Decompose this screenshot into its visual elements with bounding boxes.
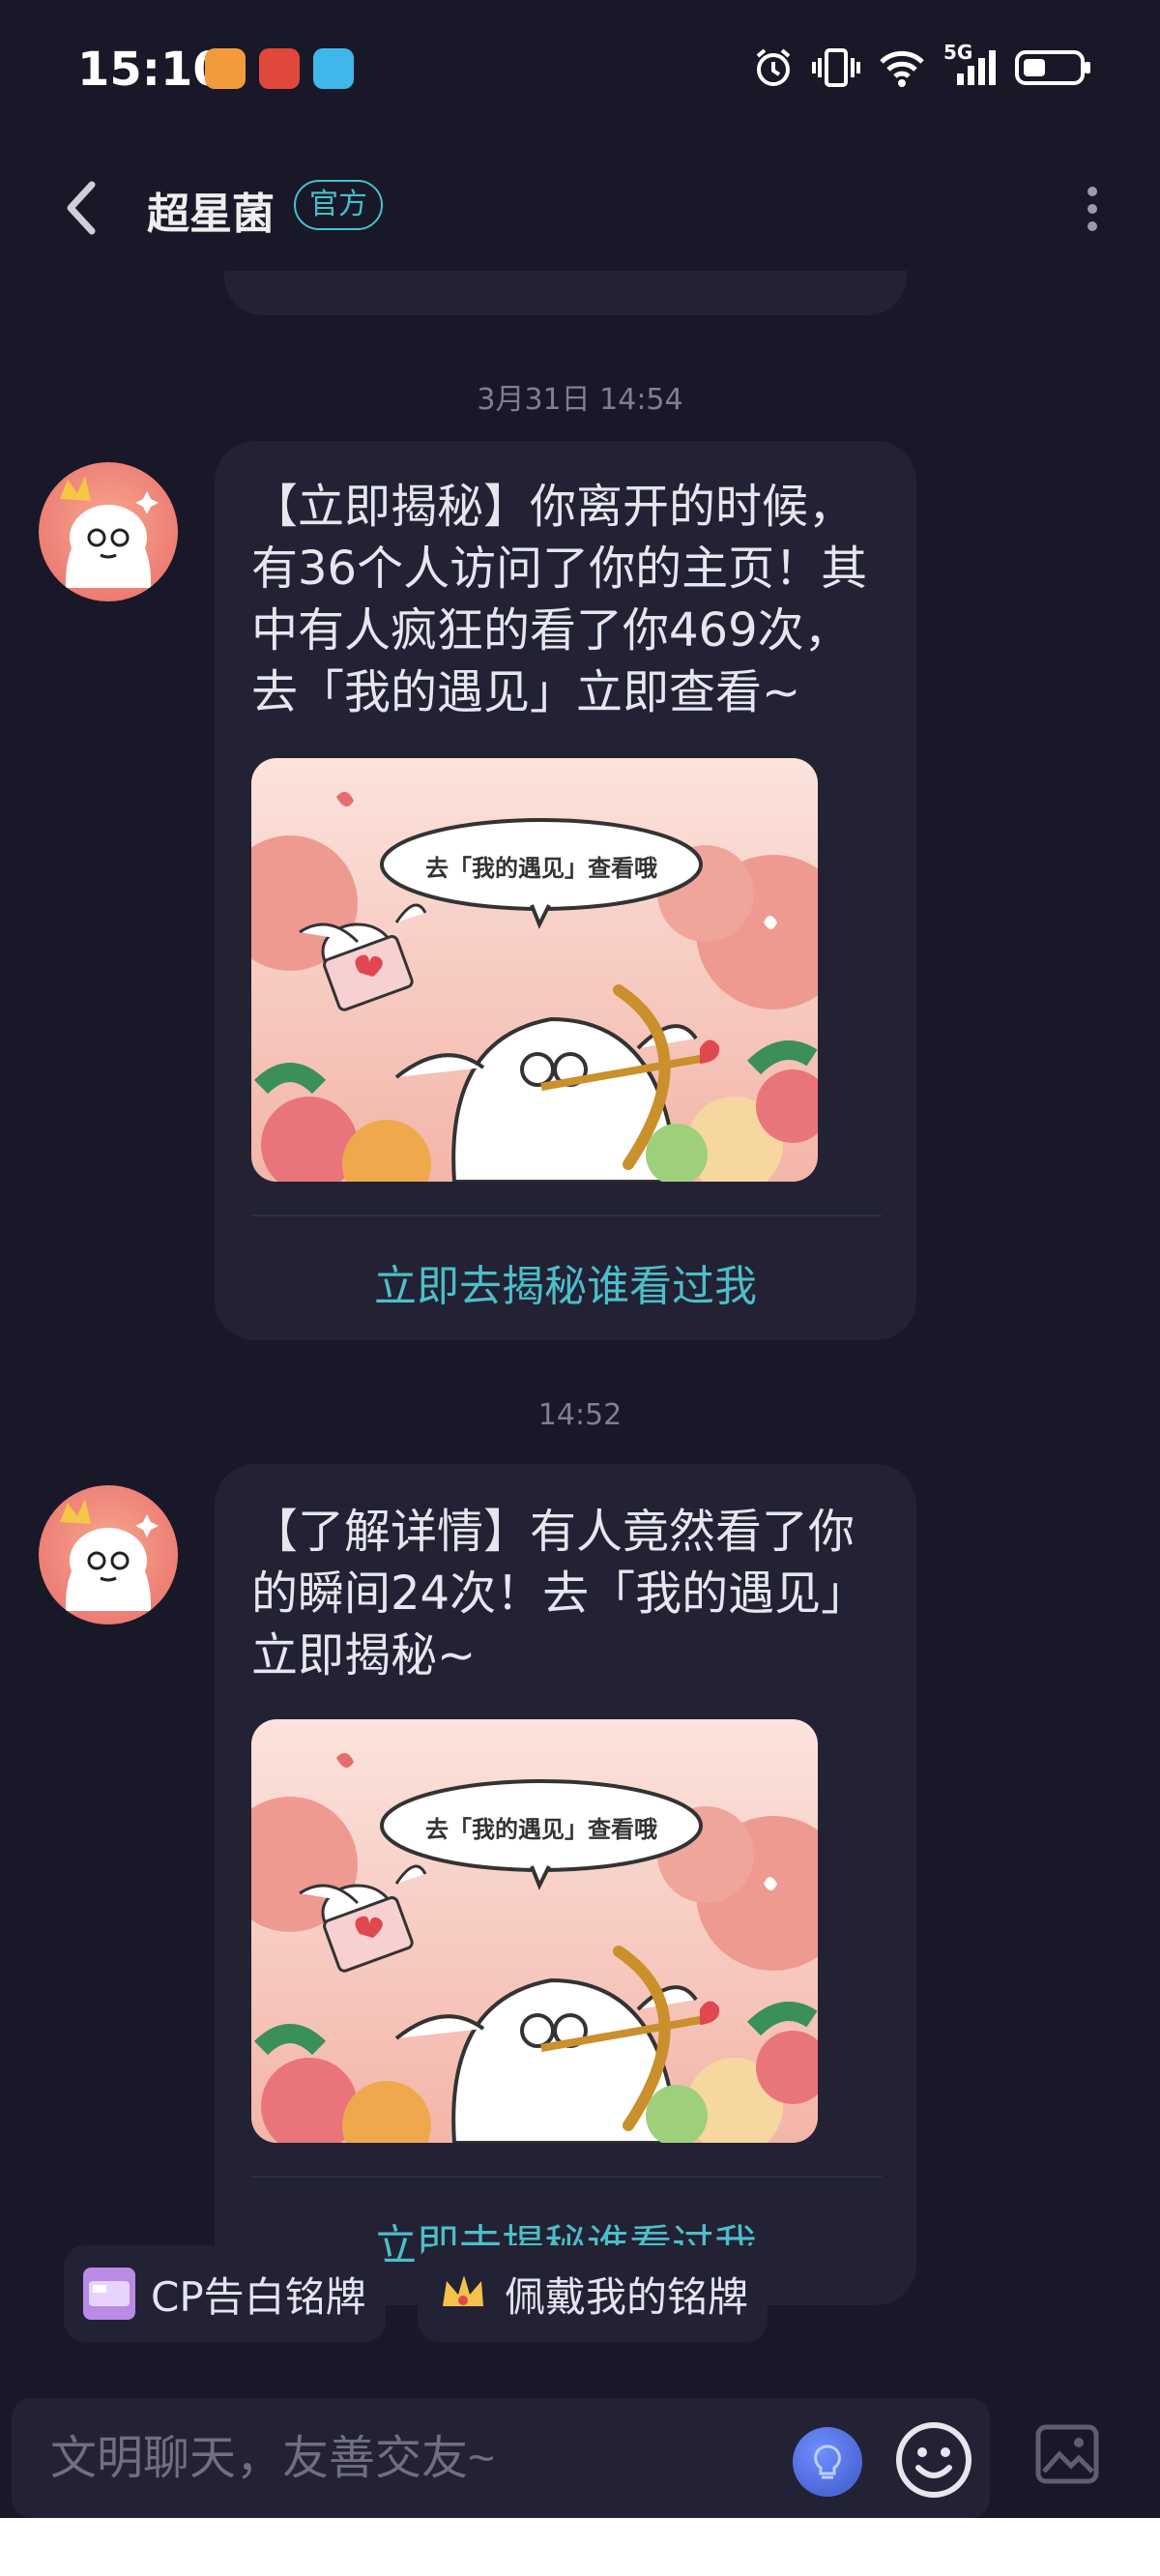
cellular-signal-icon: 5G: [943, 41, 998, 89]
wear-badge-chip[interactable]: 佩戴我的铭牌: [418, 2245, 768, 2342]
avatar[interactable]: [39, 462, 178, 601]
chat-header: 超星菌 官方: [0, 155, 1160, 261]
divider: [251, 2176, 882, 2178]
divider: [251, 1215, 882, 1216]
wifi-icon: [880, 50, 924, 87]
message-bubble: 【了解详情】有人竟然看了你的瞬间24次！去「我的遇见」立即揭秘~ 去「我的遇见」…: [215, 1464, 916, 2305]
message-text: 【立即揭秘】你离开的时候，有36个人访问了你的主页！其中有人疯狂的看了你469次…: [251, 480, 868, 719]
book-app-icon: [313, 48, 354, 89]
status-time: 15:10: [77, 43, 225, 97]
image-caption: 去「我的遇见」查看哦: [425, 855, 657, 882]
message-input[interactable]: [50, 2423, 785, 2493]
ai-assistant-button[interactable]: [793, 2427, 862, 2497]
smiley-icon: [896, 2422, 972, 2498]
chip-label: CP告白铭牌: [151, 2272, 366, 2321]
more-dot-icon: [1088, 187, 1097, 196]
message-timestamp: 14:52: [537, 1398, 623, 1432]
more-dot-icon: [1088, 221, 1097, 231]
more-dot-icon: [1088, 204, 1097, 214]
network-type-label: 5G: [943, 41, 973, 64]
cp-badge-icon: [83, 2268, 135, 2320]
official-badge: 官方: [294, 180, 383, 230]
chat-title: 超星菌: [147, 190, 275, 239]
cupid-illustration: 去「我的遇见」查看哦: [251, 1719, 818, 2143]
app-notification-icon: [205, 48, 246, 89]
message-bubble: 【立即揭秘】你离开的时候，有36个人访问了你的主页！其中有人疯狂的看了你469次…: [215, 441, 916, 1340]
app-notification-icon: [259, 48, 300, 89]
message-image[interactable]: 去「我的遇见」查看哦: [251, 758, 818, 1182]
bottom-edge: [0, 2518, 1160, 2576]
send-image-button[interactable]: [1032, 2419, 1102, 2489]
image-icon: [1035, 2424, 1099, 2484]
cp-badge-chip[interactable]: CP告白铭牌: [64, 2245, 386, 2342]
status-bar: 15:10 5G: [0, 0, 1160, 135]
chip-label: 佩戴我的铭牌: [505, 2272, 749, 2321]
back-button[interactable]: [48, 174, 116, 242]
previous-message-bubble: [224, 271, 907, 315]
vibrate-icon: [812, 48, 860, 87]
more-options-button[interactable]: [1073, 179, 1112, 239]
image-caption: 去「我的遇见」查看哦: [425, 1816, 657, 1843]
message-input-bar: [12, 2398, 990, 2518]
emoji-button[interactable]: [893, 2419, 974, 2501]
avatar[interactable]: [39, 1485, 178, 1625]
chevron-left-icon: [67, 181, 96, 235]
cupid-illustration: 去「我的遇见」查看哦: [251, 758, 818, 1182]
message-image[interactable]: 去「我的遇见」查看哦: [251, 1719, 818, 2143]
ai-bulb-icon: [814, 2444, 841, 2479]
mascot-avatar-icon: [60, 1499, 159, 1611]
mascot-avatar-icon: [60, 476, 159, 588]
message-timestamp: 3月31日 14:54: [477, 383, 683, 417]
alarm-icon: [756, 48, 791, 86]
crown-badge-icon: [443, 2275, 483, 2306]
reveal-visitors-link[interactable]: 立即去揭秘谁看过我: [215, 1251, 916, 1313]
message-text: 【了解详情】有人竟然看了你的瞬间24次！去「我的遇见」立即揭秘~: [251, 1505, 868, 1683]
battery-icon: [1015, 50, 1090, 85]
